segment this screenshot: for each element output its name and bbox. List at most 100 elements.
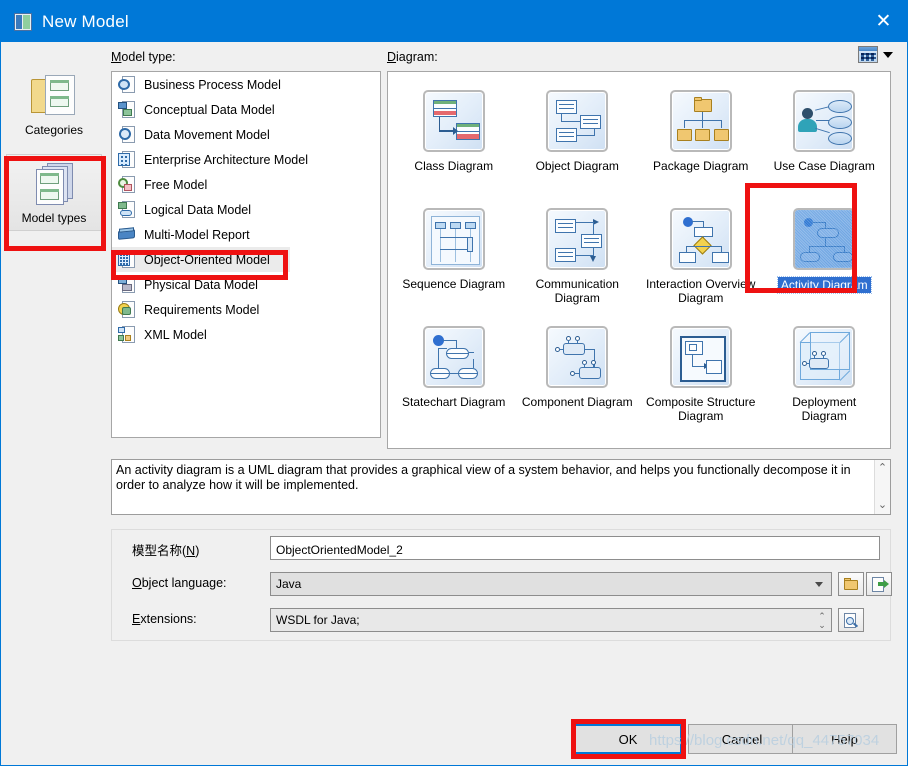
new-model-dialog: New Model ✕ Model type: Diagram: Categor… [0,0,908,766]
list-item-label: Requirements Model [144,303,259,317]
close-icon[interactable]: ✕ [860,1,907,42]
list-item-label: Data Movement Model [144,128,270,142]
stacked-models-icon [31,161,77,207]
diagram-tile-class-diagram[interactable]: Class Diagram [392,84,516,202]
object-language-browse-button[interactable] [838,572,864,596]
scroll-down-icon[interactable]: ⌄ [878,500,887,511]
diagram-label-text: Deployment Diagram [768,395,880,423]
object-diagram-icon [546,90,608,152]
extensions-label: Extensions: [132,612,197,626]
diagram-tile-interaction-overview-diagram[interactable]: Interaction Overview Diagram [639,202,763,320]
help-button[interactable]: Help [792,724,897,754]
list-item-label: XML Model [144,328,207,342]
list-item-label: Object-Oriented Model [144,253,270,267]
chevron-down-icon [815,582,823,587]
folder-categories-icon [31,73,77,119]
statechart-diagram-icon [423,326,485,388]
diagram-label-text: Use Case Diagram [774,159,875,173]
diagram-tile-composite-structure-diagram[interactable]: Composite Structure Diagram [639,320,763,438]
object-language-label: Object language: [132,576,227,590]
list-item[interactable]: Conceptual Data Model [112,97,380,122]
model-type-list[interactable]: Business Process Model Conceptual Data M… [111,71,381,438]
extensions-field[interactable]: WSDL for Java; ⌃ ⌄ [270,608,832,632]
diagram-tile-object-diagram[interactable]: Object Diagram [516,84,640,202]
sidebar-item-categories[interactable]: Categories [6,67,102,142]
object-oriented-icon [118,251,135,269]
diagram-tile-communication-diagram[interactable]: Communication Diagram [516,202,640,320]
list-item[interactable]: Enterprise Architecture Model [112,147,380,172]
list-item[interactable]: Requirements Model [112,297,380,322]
list-item[interactable]: Physical Data Model [112,272,380,297]
conceptual-data-icon [118,101,135,119]
list-item-label: Conceptual Data Model [144,103,275,117]
diagram-label-text: Package Diagram [653,159,748,173]
diagram-tile-package-diagram[interactable]: Package Diagram [639,84,763,202]
data-movement-icon [118,126,135,144]
list-item-label: Multi-Model Report [144,228,250,242]
category-rail: Categories Model types [6,65,106,455]
spin-down-icon[interactable]: ⌄ [818,621,826,630]
deployment-diagram-icon [793,326,855,388]
logical-data-icon [118,201,135,219]
diagram-label-text: Composite Structure Diagram [645,395,757,423]
model-type-label: Model type: [111,50,176,64]
extensions-value: WSDL for Java; [276,613,360,627]
business-process-icon [118,76,135,94]
diagram-panel[interactable]: Class Diagram [387,71,891,449]
list-item[interactable]: Multi-Model Report [112,222,380,247]
diagram-tile-use-case-diagram[interactable]: Use Case Diagram [763,84,887,202]
list-item[interactable]: Business Process Model [112,72,380,97]
extensions-spinner[interactable]: ⌃ ⌄ [817,612,827,630]
package-diagram-icon [670,90,732,152]
free-model-icon [118,176,135,194]
title-bar: New Model ✕ [1,1,907,42]
requirements-model-icon [118,301,135,319]
list-item-label: Physical Data Model [144,278,258,292]
model-name-label: 模型名称(N) [132,540,199,559]
chevron-down-icon [883,52,893,58]
sidebar-item-label: Model types [22,211,87,225]
model-properties-group: 模型名称(N) Object language: Java Extensions… [111,529,891,641]
object-language-select[interactable]: Java [270,572,832,596]
model-name-input[interactable] [270,536,880,560]
diagram-tile-deployment-diagram[interactable]: Deployment Diagram [763,320,887,438]
description-text: An activity diagram is a UML diagram tha… [116,463,851,492]
diagram-label-text: Component Diagram [522,395,633,409]
diagram-tile-activity-diagram[interactable]: Activity Diagram [763,202,887,320]
description-box: An activity diagram is a UML diagram tha… [111,459,891,515]
diagram-label: Diagram: [387,50,438,64]
list-item-object-oriented-model[interactable]: Object-Oriented Model [112,247,290,272]
view-mode-toggle[interactable] [858,46,893,63]
scroll-up-icon[interactable]: ⌃ [878,463,887,474]
diagram-label-text: Class Diagram [414,159,493,173]
diagram-label-text: Object Diagram [536,159,619,173]
list-item[interactable]: XML Model [112,322,380,347]
extensions-browse-button[interactable] [838,608,864,632]
window-title: New Model [42,12,129,32]
communication-diagram-icon [546,208,608,270]
diagram-label-text: Statechart Diagram [402,395,505,409]
class-diagram-icon [423,90,485,152]
list-item-label: Free Model [144,178,207,192]
sidebar-item-model-types[interactable]: Model types [6,154,102,231]
diagram-label-text: Interaction Overview Diagram [645,277,757,305]
list-item[interactable]: Data Movement Model [112,122,380,147]
list-item-label: Business Process Model [144,78,281,92]
list-item[interactable]: Logical Data Model [112,197,380,222]
component-diagram-icon [546,326,608,388]
enterprise-architecture-icon [118,151,135,169]
ok-button[interactable]: OK [574,724,682,754]
interaction-overview-diagram-icon [670,208,732,270]
xml-model-icon [118,326,135,344]
object-language-import-button[interactable] [866,572,892,596]
activity-diagram-icon [793,208,855,270]
composite-structure-diagram-icon [670,326,732,388]
diagram-tile-statechart-diagram[interactable]: Statechart Diagram [392,320,516,438]
description-scrollbar[interactable]: ⌃ ⌄ [874,460,890,514]
list-item[interactable]: Free Model [112,172,380,197]
object-language-value: Java [276,577,301,591]
diagram-tile-sequence-diagram[interactable]: Sequence Diagram [392,202,516,320]
diagram-label-text: Activity Diagram [778,277,871,293]
diagram-tile-component-diagram[interactable]: Component Diagram [516,320,640,438]
cancel-button[interactable]: Cancel [688,724,796,754]
